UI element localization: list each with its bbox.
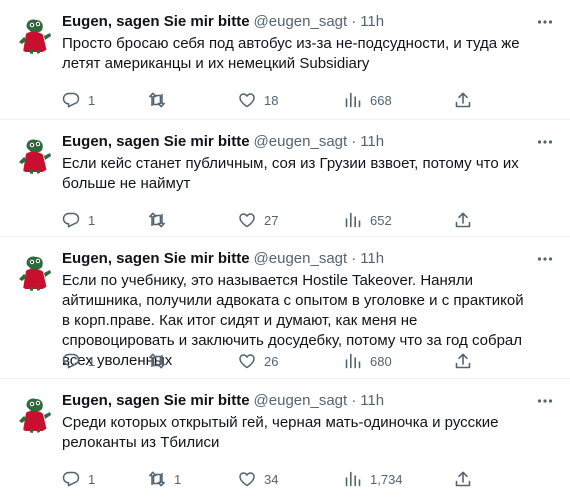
- display-name[interactable]: Eugen, sagen Sie mir bitte: [62, 249, 250, 269]
- reply-button[interactable]: 1: [62, 351, 95, 371]
- avatar-image: [14, 251, 54, 291]
- share-button[interactable]: [454, 90, 472, 110]
- view-count: 680: [370, 353, 392, 369]
- more-horizontal-icon[interactable]: [534, 249, 556, 269]
- tweet-text: Среди которых открытый гей, черная мать-…: [62, 414, 499, 451]
- reply-icon: [62, 212, 80, 228]
- separator-dot: ·: [351, 13, 357, 30]
- reply-icon: [62, 92, 80, 108]
- view-count: 1,734: [370, 471, 403, 487]
- like-count: 34: [264, 471, 279, 487]
- avatar[interactable]: [14, 251, 54, 291]
- user-handle[interactable]: @eugen_sagt: [254, 249, 348, 269]
- timestamp[interactable]: 11h: [360, 132, 384, 152]
- like-button[interactable]: 26: [238, 351, 278, 371]
- retweet-icon: [149, 212, 165, 228]
- view-count: 668: [370, 92, 392, 108]
- more-horizontal-icon[interactable]: [534, 12, 556, 32]
- action-bar: 1 27 652: [62, 210, 482, 230]
- reply-icon: [62, 471, 80, 487]
- tweet-text: Если кейс станет публичным, соя из Грузи…: [62, 155, 519, 192]
- display-name[interactable]: Eugen, sagen Sie mir bitte: [62, 391, 250, 411]
- separator-dot: ·: [351, 392, 357, 409]
- views-button[interactable]: 1,734: [344, 469, 403, 489]
- user-handle[interactable]: @eugen_sagt: [254, 132, 348, 152]
- retweet-button[interactable]: [148, 351, 174, 371]
- like-button[interactable]: 34: [238, 469, 278, 489]
- retweet-button[interactable]: [148, 210, 174, 230]
- retweet-count: 1: [174, 471, 182, 487]
- avatar[interactable]: [14, 393, 54, 433]
- action-bar: 1 1 34 1,734: [62, 469, 482, 489]
- reply-count: 1: [88, 353, 96, 369]
- share-icon: [455, 353, 471, 369]
- retweet-icon: [149, 92, 165, 108]
- retweet-button[interactable]: [148, 90, 174, 110]
- avatar-image: [14, 14, 54, 54]
- avatar-image: [14, 134, 54, 174]
- views-chart-icon: [345, 353, 361, 369]
- tweet[interactable]: Eugen, sagen Sie mir bitte @eugen_sagt ·…: [0, 0, 570, 120]
- avatar[interactable]: [14, 134, 54, 174]
- tweet[interactable]: Eugen, sagen Sie mir bitte @eugen_sagt ·…: [0, 237, 570, 379]
- retweet-icon: [149, 471, 165, 487]
- retweet-icon: [149, 353, 165, 369]
- display-name[interactable]: Eugen, sagen Sie mir bitte: [62, 132, 250, 152]
- reply-count: 1: [88, 471, 96, 487]
- share-button[interactable]: [454, 210, 472, 230]
- reply-button[interactable]: 1: [62, 90, 95, 110]
- timestamp[interactable]: 11h: [360, 391, 384, 411]
- separator-dot: ·: [351, 133, 357, 150]
- reply-icon: [62, 353, 80, 369]
- user-handle[interactable]: @eugen_sagt: [254, 12, 348, 32]
- views-button[interactable]: 668: [344, 90, 392, 110]
- share-button[interactable]: [454, 469, 472, 489]
- timestamp[interactable]: 11h: [360, 12, 384, 32]
- reply-count: 1: [88, 92, 96, 108]
- retweet-button[interactable]: 1: [148, 469, 181, 489]
- tweet-text: Просто бросаю себя под автобус из-за не-…: [62, 35, 520, 72]
- views-button[interactable]: 680: [344, 351, 392, 371]
- more-horizontal-icon[interactable]: [534, 391, 556, 411]
- share-icon: [455, 92, 471, 108]
- views-chart-icon: [345, 92, 361, 108]
- like-count: 26: [264, 353, 279, 369]
- heart-icon: [239, 472, 255, 487]
- more-horizontal-icon[interactable]: [534, 132, 556, 152]
- reply-button[interactable]: 1: [62, 210, 95, 230]
- like-count: 18: [264, 92, 279, 108]
- views-button[interactable]: 652: [344, 210, 392, 230]
- tweet[interactable]: Eugen, sagen Sie mir bitte @eugen_sagt ·…: [0, 379, 570, 499]
- reply-count: 1: [88, 212, 96, 228]
- heart-icon: [239, 93, 255, 108]
- separator-dot: ·: [351, 250, 357, 267]
- tweet-thread: Eugen, sagen Sie mir bitte @eugen_sagt ·…: [0, 0, 570, 499]
- action-bar: 1 18 668: [62, 90, 482, 110]
- avatar-image: [14, 393, 54, 433]
- display-name[interactable]: Eugen, sagen Sie mir bitte: [62, 12, 250, 32]
- share-icon: [455, 471, 471, 487]
- like-button[interactable]: 27: [238, 210, 278, 230]
- avatar[interactable]: [14, 14, 54, 54]
- like-button[interactable]: 18: [238, 90, 278, 110]
- tweet[interactable]: Eugen, sagen Sie mir bitte @eugen_sagt ·…: [0, 120, 570, 237]
- user-handle[interactable]: @eugen_sagt: [254, 391, 348, 411]
- view-count: 652: [370, 212, 392, 228]
- views-chart-icon: [345, 471, 361, 487]
- like-count: 27: [264, 212, 279, 228]
- views-chart-icon: [345, 212, 361, 228]
- timestamp[interactable]: 11h: [360, 249, 384, 269]
- share-icon: [455, 212, 471, 228]
- heart-icon: [239, 213, 255, 228]
- reply-button[interactable]: 1: [62, 469, 95, 489]
- action-bar: 1 26 680: [62, 351, 482, 371]
- share-button[interactable]: [454, 351, 472, 371]
- heart-icon: [239, 354, 255, 369]
